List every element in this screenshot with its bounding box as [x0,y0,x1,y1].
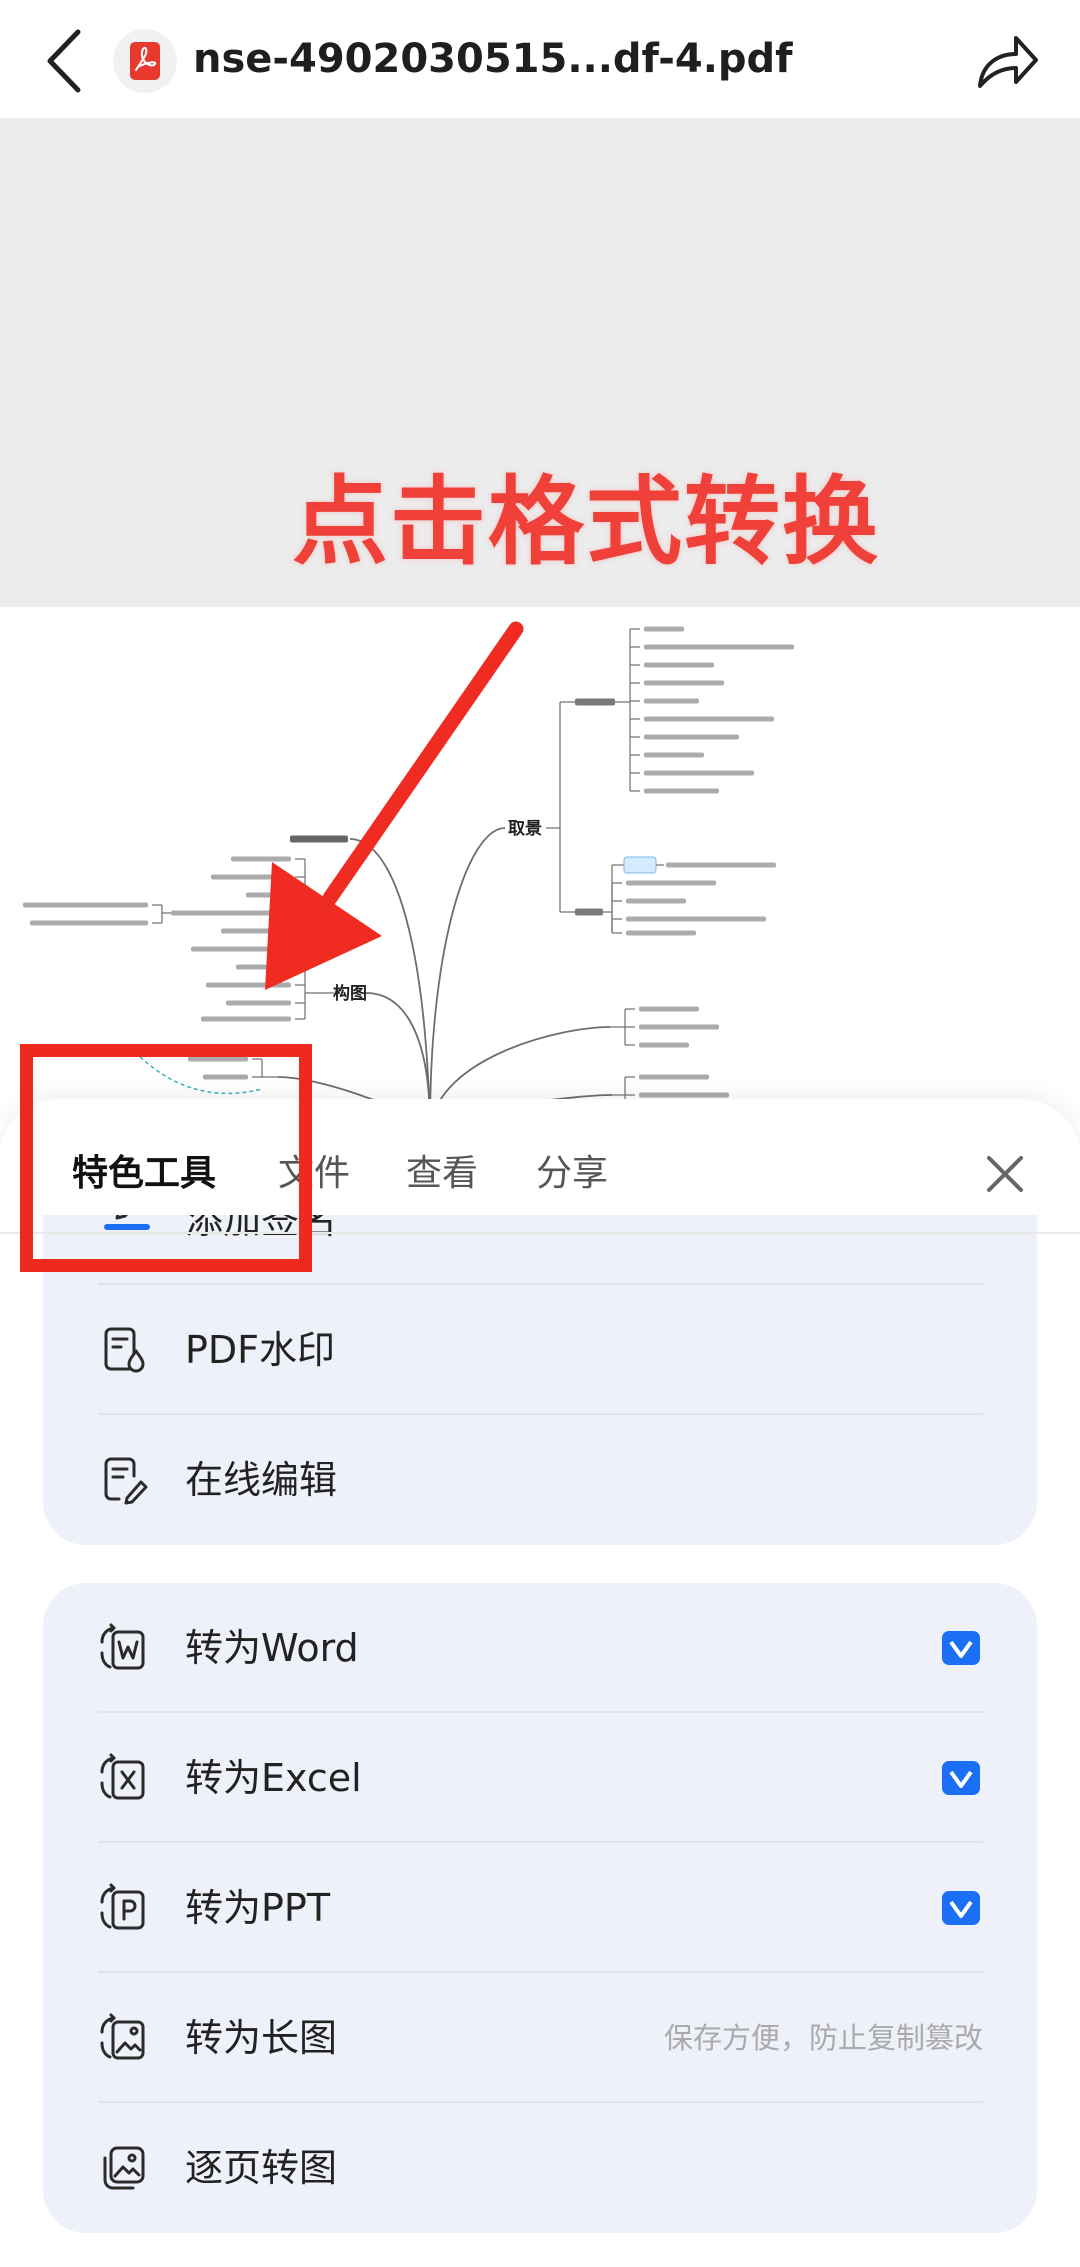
list-item-label: PDF水印 [185,1328,336,1372]
pdf-file-icon-graphic [113,29,177,93]
back-arrow-icon [47,29,81,93]
mindmap-leaf [221,928,291,934]
mindmap-leaf [626,898,686,904]
share-icon [978,36,1038,88]
page-to-image-icon [103,2146,145,2190]
list-item-hint: 保存方便，防止复制篡改 [663,2021,983,2055]
list-item-label: 在线编辑 [185,1458,338,1502]
tab-share[interactable]: 分享 [536,1144,608,1204]
mindmap-leaf [23,902,148,908]
list-item-page-to-image[interactable]: 逐页转图 [43,2103,1037,2233]
tools-group-convert: 转为Word 转为Excel 转为PPT 转为长图 保存方便，防止复制篡改 逐页… [43,1583,1037,2233]
mindmap-leaf [191,946,291,952]
mindmap-node-label: 构图 [333,983,367,1004]
mindmap-leaf [644,716,774,722]
mindmap-branch [349,838,431,1128]
signature-icon [104,1215,150,1230]
list-item-pdf-watermark[interactable]: PDF水印 [43,1285,1037,1415]
watermark-icon [104,1327,145,1373]
list-item-label: 转为Excel [185,1756,362,1800]
tools-bottom-sheet: 特色工具 文件 查看 分享 添加签名 PDF水印 在线编辑 转为Word 转为E… [0,1099,1080,2267]
mindmap-leaf [211,874,291,880]
list-item-to-word[interactable]: 转为Word [43,1583,1037,1713]
mindmap-leaf [644,626,684,632]
mindmap-leaf [188,1056,248,1062]
mindmap-leaf [626,916,766,922]
mindmap-leaf [639,1042,689,1048]
annotation-text: 点击格式转换 [292,466,880,578]
back-button[interactable] [36,24,96,98]
mindmap-leaf [644,788,719,794]
close-icon [987,1156,1023,1192]
mindmap-leaf [639,1024,719,1030]
mindmap-leaf [644,770,754,776]
mindmap-branch [429,827,506,1128]
mindmap-leaf [171,910,291,916]
mindmap-node [575,908,603,916]
to-long-image-icon [100,2013,145,2060]
mindmap-lines [23,626,794,1128]
to-excel-icon [100,1753,145,1800]
mindmap-leaf [226,1000,291,1006]
mindmap-leaf [644,752,704,758]
mindmap-node-label: 取景 [508,819,542,839]
list-item-online-edit[interactable]: 在线编辑 [43,1415,1037,1545]
vip-badge-icon [942,1761,980,1795]
edit-document-icon [104,1457,148,1505]
tab-divider [0,1232,1080,1234]
vip-badge-icon [942,1631,980,1665]
mindmap-leaf [236,964,291,970]
list-item-label: 转为长图 [185,2016,338,2060]
top-bar: nse-4902030515...df-4.pdf [0,0,1080,118]
mindmap-leaf [203,1074,248,1080]
mindmap-leaf [30,920,148,926]
mindmap-leaf [626,930,696,936]
list-item-to-long-image[interactable]: 转为长图 保存方便，防止复制篡改 [43,1973,1037,2103]
mindmap-highlight-node [623,856,657,874]
mindmap-leaf [644,734,739,740]
list-item-label: 转为Word [185,1626,359,1670]
mindmap-image: 取景 构图 [23,626,794,1128]
tab-view[interactable]: 查看 [406,1144,478,1204]
mindmap-leaf [231,856,291,862]
mindmap-leaf [644,644,794,650]
mindmap-leaf [201,1016,291,1022]
mindmap-leaf [666,862,776,868]
mindmap-leaf [644,680,724,686]
tab-bar: 特色工具 文件 查看 分享 [0,1099,1080,1215]
mindmap-leaf [639,1006,699,1012]
mindmap-leaf [626,880,716,886]
tools-list[interactable]: 添加签名 PDF水印 在线编辑 转为Word 转为Excel 转为PPT 转为长… [0,1215,1080,2267]
list-item-label: 转为PPT [185,1886,331,1930]
vip-badge-icon [942,1891,980,1925]
mindmap-leaf [644,662,714,668]
tab-featured-tools[interactable]: 特色工具 [72,1144,216,1204]
mindmap-leaf [206,982,291,988]
mindmap-leaf [644,698,699,704]
tools-group-edit: 添加签名 PDF水印 在线编辑 [43,1215,1037,1545]
to-word-icon [100,1623,145,1670]
mindmap-leaf [246,892,291,898]
mindmap-node [290,835,348,843]
list-item-to-ppt[interactable]: 转为PPT [43,1843,1037,1973]
close-button[interactable] [975,1144,1035,1204]
mindmap-leaf [639,1074,709,1080]
tab-file[interactable]: 文件 [278,1144,350,1204]
list-item-add-signature[interactable]: 添加签名 [43,1215,1037,1285]
mindmap-node [575,698,615,706]
share-button[interactable] [970,26,1042,98]
list-item-label: 添加签名 [185,1215,338,1242]
document-page-preview[interactable]: 取景 构图 [0,607,1080,1167]
mindmap-leaf [639,1092,729,1098]
to-ppt-icon [100,1883,145,1930]
list-item-label: 逐页转图 [185,2146,338,2190]
pdf-file-icon [113,29,177,93]
document-title: nse-4902030515...df-4.pdf [193,36,793,82]
list-item-to-excel[interactable]: 转为Excel [43,1713,1037,1843]
